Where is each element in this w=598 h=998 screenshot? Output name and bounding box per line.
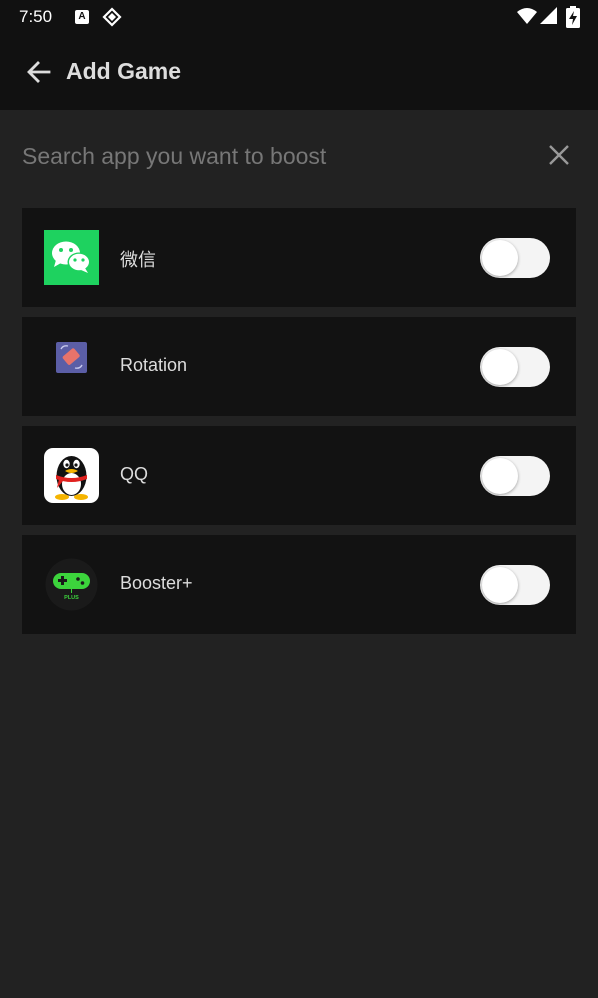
list-item: 微信	[22, 208, 576, 307]
list-item: PLUS Booster+	[22, 535, 576, 634]
toggle-rotation[interactable]	[480, 347, 550, 387]
app-name: QQ	[120, 464, 149, 484]
toggle-qq[interactable]	[480, 456, 550, 496]
toggle-booster-plus[interactable]	[480, 565, 550, 605]
arrow-left-icon	[27, 61, 51, 83]
status-time: 7:50	[19, 7, 53, 26]
toggle-knob	[482, 240, 518, 276]
search-input[interactable]	[22, 136, 522, 176]
rotation-icon	[56, 342, 87, 373]
app-name: Booster+	[120, 573, 193, 593]
back-button[interactable]	[24, 57, 54, 87]
toggle-wechat[interactable]	[480, 238, 550, 278]
signal-icon	[540, 7, 557, 24]
booster-plus-icon: PLUS	[45, 558, 98, 611]
wifi-icon	[517, 8, 537, 24]
clear-search-button[interactable]	[545, 141, 573, 169]
wechat-icon	[44, 230, 99, 285]
booster-plus-label: PLUS	[64, 595, 79, 601]
toggle-knob	[482, 458, 518, 494]
toggle-knob	[482, 349, 518, 385]
battery-charging-icon	[566, 6, 580, 28]
app-bar: Add Game	[0, 34, 598, 110]
list-item: Rotation	[22, 317, 576, 416]
list-item: QQ	[22, 426, 576, 525]
notification-a-icon: A	[75, 10, 89, 24]
toggle-knob	[482, 567, 518, 603]
screen: 7:50 A Add Game Search app you want to b…	[0, 0, 598, 998]
notification-tag-icon	[102, 7, 122, 27]
status-bar: 7:50 A	[0, 0, 598, 34]
close-icon	[549, 145, 569, 165]
app-name: Rotation	[120, 355, 188, 375]
qq-icon	[44, 448, 99, 503]
page-title: Add Game	[66, 58, 182, 84]
app-name: 微信	[120, 250, 156, 270]
